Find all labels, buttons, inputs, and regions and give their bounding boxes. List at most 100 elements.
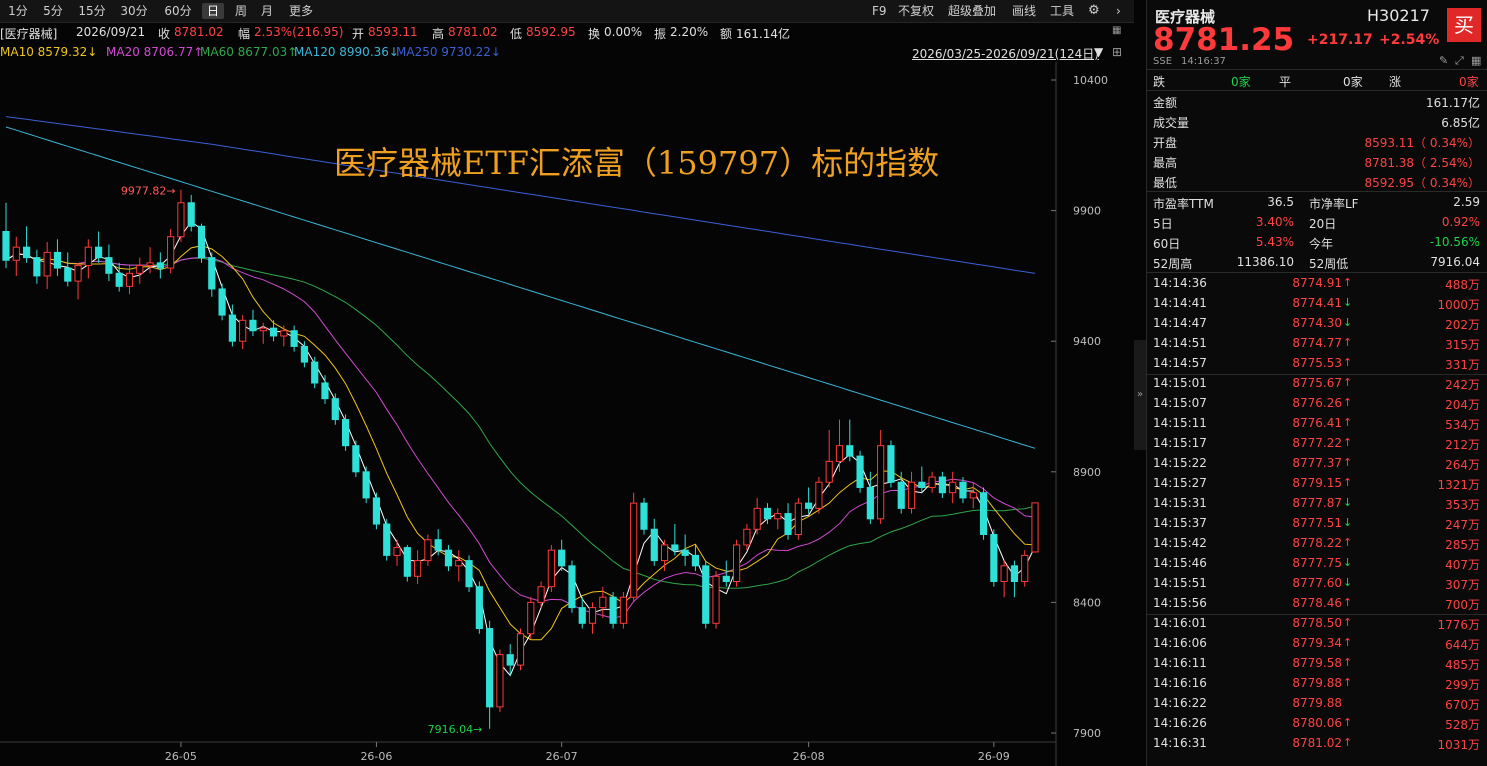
no-adjust-button[interactable]: 不复权 — [898, 3, 934, 19]
grid-icon[interactable]: ▦ — [1471, 54, 1481, 67]
candle-body — [969, 492, 977, 499]
tick-row[interactable]: 14:15:51 8777.60 ↓ 307万 — [1147, 574, 1487, 594]
tick-row[interactable]: 14:16:22 8779.88 670万 — [1147, 694, 1487, 714]
candle-body — [537, 586, 545, 603]
tick-row[interactable]: 14:16:01 8778.50 ↑ 1776万 — [1147, 614, 1487, 634]
tick-row[interactable]: 14:14:57 8775.53 ↑ 331万 — [1147, 354, 1487, 374]
tab-60min[interactable]: 60分 — [160, 3, 196, 19]
tick-volume: 299万 — [1445, 678, 1480, 692]
tick-volume: 528万 — [1445, 718, 1480, 732]
arrow-down-icon: ↓ — [1343, 316, 1353, 329]
tick-row[interactable]: 14:15:27 8779.15 ↑ 1321万 — [1147, 474, 1487, 494]
period-toolbar: 1分 5分 15分 30分 60分 日 周 月 更多 F9 不复权 超级叠加 画… — [0, 0, 1134, 23]
candle-body — [486, 628, 494, 708]
tick-time: 14:16:16 — [1153, 676, 1207, 690]
date-range-selector[interactable]: 2026/03/25-2026/09/21(124日) — [912, 45, 1099, 62]
tab-15min[interactable]: 15分 — [76, 3, 108, 19]
f9-button[interactable]: F9 — [872, 3, 887, 19]
tick-time: 14:14:57 — [1153, 356, 1207, 370]
tick-price: 8774.30 — [1292, 316, 1342, 330]
candle-body — [825, 460, 833, 483]
super-overlay-button[interactable]: 超级叠加 — [948, 3, 996, 19]
wifi-icon[interactable]: ▦ — [1112, 25, 1121, 36]
tick-row[interactable]: 14:15:56 8778.46 ↑ 700万 — [1147, 594, 1487, 614]
tick-separator — [1147, 614, 1487, 615]
candle-body — [64, 267, 72, 282]
tick-row[interactable]: 14:16:11 8779.58 ↑ 485万 — [1147, 654, 1487, 674]
tick-volume: 1000万 — [1437, 298, 1480, 312]
tick-price: 8779.58 — [1292, 656, 1342, 670]
tick-row[interactable]: 14:15:42 8778.22 ↑ 285万 — [1147, 534, 1487, 554]
valuation-row: 市盈率TTM 36.5 市净率LF 2.59 — [1147, 193, 1487, 213]
tick-row[interactable]: 14:14:41 8774.41 ↓ 1000万 — [1147, 294, 1487, 314]
candle-body — [784, 513, 792, 535]
stat-row: 最高 8781.38（ 2.54%） — [1147, 152, 1487, 172]
tab-more[interactable]: 更多 — [286, 3, 316, 19]
tick-row[interactable]: 14:15:17 8777.22 ↑ 212万 — [1147, 434, 1487, 454]
edit-icon[interactable]: ✎ — [1439, 54, 1448, 67]
tab-1min[interactable]: 1分 — [6, 3, 30, 19]
settings-small-icon[interactable]: ⊞ — [1112, 45, 1122, 59]
tick-row[interactable]: 14:14:36 8774.91 ↑ 488万 — [1147, 274, 1487, 294]
tab-monthly[interactable]: 月 — [258, 3, 276, 19]
tick-row[interactable]: 14:14:51 8774.77 ↑ 315万 — [1147, 334, 1487, 354]
tick-row[interactable]: 14:16:31 8781.02 ↑ 1031万 — [1147, 734, 1487, 754]
arrow-up-icon: ↑ — [1343, 356, 1353, 369]
buy-button[interactable]: 买 — [1447, 8, 1481, 42]
arrow-up-icon: ↑ — [1343, 336, 1353, 349]
draw-line-button[interactable]: 画线 — [1012, 3, 1036, 19]
tab-30min[interactable]: 30分 — [116, 3, 152, 19]
tick-row[interactable]: 14:14:47 8774.30 ↓ 202万 — [1147, 314, 1487, 334]
tick-time: 14:15:22 — [1153, 456, 1207, 470]
tick-row[interactable]: 14:15:11 8776.41 ↑ 534万 — [1147, 414, 1487, 434]
tab-daily[interactable]: 日 — [202, 3, 224, 19]
candle-body — [105, 257, 113, 274]
tab-weekly[interactable]: 周 — [232, 3, 250, 19]
valuation-value: 0.92% — [1441, 215, 1480, 229]
candle-body — [95, 246, 103, 259]
candle-body — [660, 544, 669, 562]
candle-body — [341, 419, 350, 447]
stat-row: 成交量 6.85亿 — [1147, 112, 1487, 132]
tick-time: 14:16:01 — [1153, 616, 1207, 630]
swing-value: 2.20% — [670, 25, 709, 39]
ma250-legend: MA250 9730.22↓ — [396, 45, 501, 59]
candle-body — [887, 445, 895, 483]
tick-time: 14:15:01 — [1153, 376, 1207, 390]
chevron-right-icon[interactable]: › — [1116, 3, 1121, 19]
tab-5min[interactable]: 5分 — [40, 3, 66, 19]
tick-row[interactable]: 14:15:37 8777.51 ↓ 247万 — [1147, 514, 1487, 534]
stat-label: 最高 — [1153, 156, 1178, 170]
candle-body — [547, 549, 555, 588]
tick-volume: 212万 — [1445, 438, 1480, 452]
tick-row[interactable]: 14:15:07 8776.26 ↑ 204万 — [1147, 394, 1487, 414]
tick-time: 14:15:27 — [1153, 476, 1207, 490]
kline-chart[interactable]: 10400 9900 9400 8900 8400 7900 26-05 26-06 26-07… — [0, 62, 1134, 766]
panel-collapse-handle[interactable]: » — [1134, 340, 1146, 450]
open-value: 8593.11 — [368, 25, 418, 39]
tick-price: 8774.41 — [1292, 296, 1342, 310]
range-dropdown-icon[interactable]: ▼ — [1094, 45, 1103, 59]
tick-row[interactable]: 14:16:06 8779.34 ↑ 644万 — [1147, 634, 1487, 654]
flat-value: 0家 — [1343, 75, 1363, 89]
tick-row[interactable]: 14:15:31 8777.87 ↓ 353万 — [1147, 494, 1487, 514]
kline-svg[interactable]: 10400 9900 9400 8900 8400 7900 26-05 26-06 26-07… — [0, 62, 1134, 766]
close-label: 收 — [158, 27, 171, 41]
settings-gear-icon[interactable]: ⚙ — [1088, 3, 1100, 19]
candle-body — [300, 345, 308, 363]
candle-body — [403, 547, 411, 577]
candle-body — [938, 476, 946, 494]
candle-body — [619, 596, 627, 624]
amp-value: 2.53%(216.95) — [254, 25, 344, 39]
tick-row[interactable]: 14:16:26 8780.06 ↑ 528万 — [1147, 714, 1487, 734]
tick-row[interactable]: 14:15:22 8777.37 ↑ 264万 — [1147, 454, 1487, 474]
tick-row[interactable]: 14:16:16 8779.88 ↑ 299万 — [1147, 674, 1487, 694]
stat-label: 金额 — [1153, 96, 1178, 110]
tick-row[interactable]: 14:15:01 8775.67 ↑ 242万 — [1147, 374, 1487, 394]
breadth-row: 跌 0家 平 0家 涨 0家 — [1147, 71, 1487, 91]
turnover-label: 换 — [588, 27, 601, 41]
tick-row[interactable]: 14:15:46 8777.75 ↓ 407万 — [1147, 554, 1487, 574]
tools-button[interactable]: 工具 — [1050, 3, 1074, 19]
expand-icon[interactable]: ⤢ — [1455, 54, 1464, 68]
stat-label: 成交量 — [1153, 116, 1190, 130]
